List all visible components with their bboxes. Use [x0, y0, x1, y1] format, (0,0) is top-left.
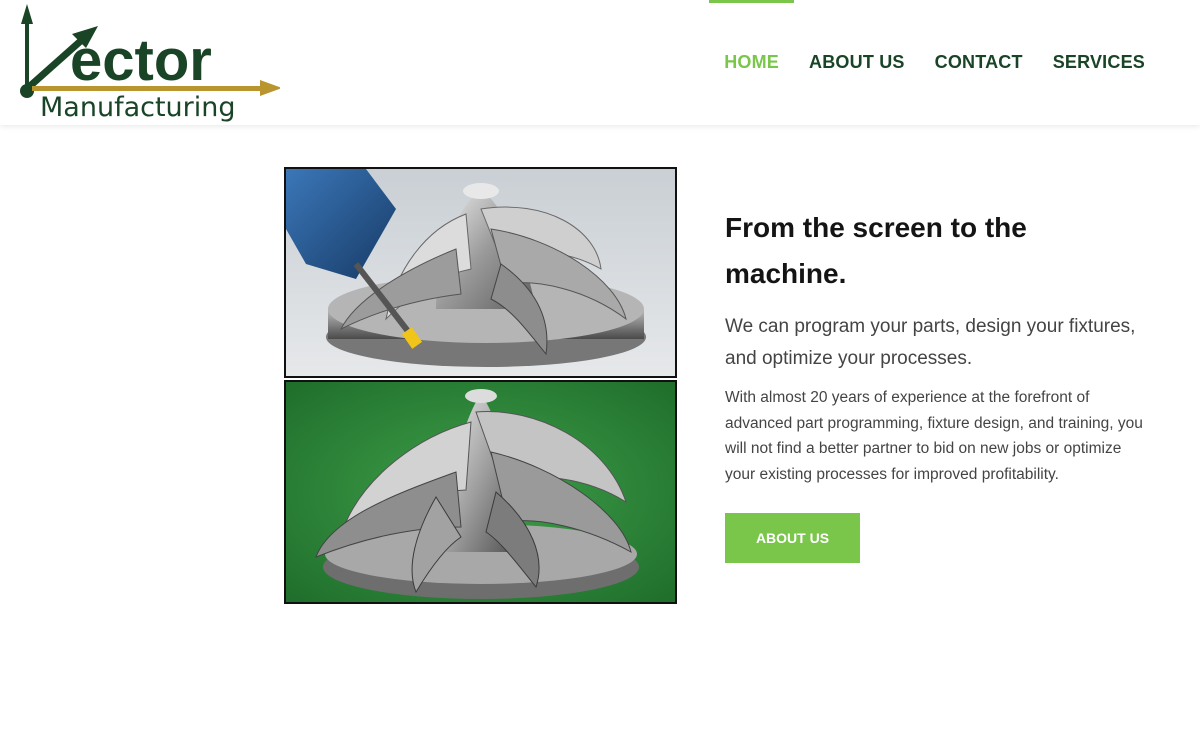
impeller-render-graphic	[286, 169, 675, 376]
nav-label-services: SERVICES	[1052, 52, 1145, 72]
about-us-button[interactable]: ABOUT US	[725, 513, 860, 563]
site-header: ector Manufacturing HOME ABOUT US CONTAC…	[0, 0, 1200, 125]
logo-wordmark: ector	[70, 28, 212, 93]
hero-text: From the screen to the machine. We can p…	[725, 205, 1145, 563]
logo-graphic: ector Manufacturing	[20, 4, 280, 123]
main-content: From the screen to the machine. We can p…	[0, 125, 1200, 750]
nav-item-contact[interactable]: CONTACT	[920, 0, 1038, 125]
vector-manufacturing-logo[interactable]: ector Manufacturing	[10, 0, 280, 125]
nav-item-home[interactable]: HOME	[709, 0, 795, 125]
main-nav: HOME ABOUT US CONTACT SERVICES	[709, 0, 1160, 125]
nav-label-contact: CONTACT	[934, 52, 1023, 72]
machined-impeller-image	[284, 380, 677, 604]
nav-item-services[interactable]: SERVICES	[1038, 0, 1160, 125]
nav-active-indicator	[709, 0, 795, 3]
hero-headline: From the screen to the machine.	[725, 212, 1027, 289]
impeller-photo-graphic	[286, 382, 675, 602]
cam-simulation-image	[284, 167, 677, 378]
nav-item-about-us[interactable]: ABOUT US	[794, 0, 920, 125]
nav-label-home: HOME	[724, 52, 780, 72]
hero-body: With almost 20 years of experience at th…	[725, 389, 1143, 483]
hero-subhead: We can program your parts, design your f…	[725, 316, 1136, 369]
logo-subtitle: Manufacturing	[40, 92, 236, 123]
nav-label-about-us: ABOUT US	[809, 52, 905, 72]
